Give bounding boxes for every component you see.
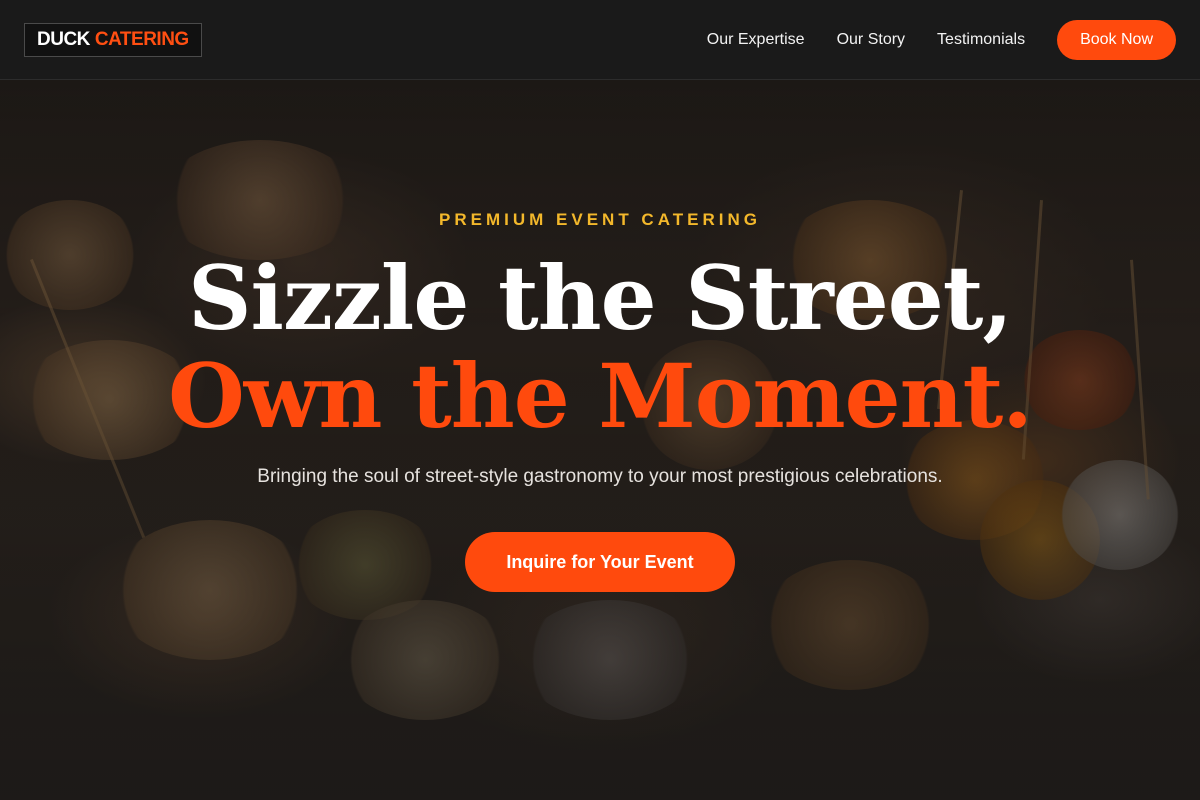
page: DUCK CATERING Our Expertise Our Story Te…	[0, 0, 1200, 800]
nav-link-our-expertise[interactable]: Our Expertise	[707, 31, 805, 49]
hero-subtitle: Bringing the soul of street-style gastro…	[257, 466, 943, 487]
hero-section: PREMIUM EVENT CATERING Sizzle the Street…	[0, 80, 1200, 800]
navbar: DUCK CATERING Our Expertise Our Story Te…	[0, 0, 1200, 80]
hero-headline-line1: Sizzle the Street,	[187, 246, 1013, 350]
hero-eyebrow: PREMIUM EVENT CATERING	[439, 210, 761, 229]
brand-word-duck: DUCK	[37, 29, 90, 50]
inquire-event-button[interactable]: Inquire for Your Event	[465, 532, 735, 592]
brand-word-catering: CATERING	[94, 29, 189, 50]
brand-logo[interactable]: DUCK CATERING	[24, 23, 202, 57]
nav-link-testimonials[interactable]: Testimonials	[937, 31, 1025, 49]
hero-headline-line2: Own the Moment.	[168, 344, 1033, 448]
nav-links: Our Expertise Our Story Testimonials Boo…	[707, 20, 1176, 60]
nav-link-our-story[interactable]: Our Story	[837, 31, 905, 49]
book-now-button[interactable]: Book Now	[1057, 20, 1176, 60]
